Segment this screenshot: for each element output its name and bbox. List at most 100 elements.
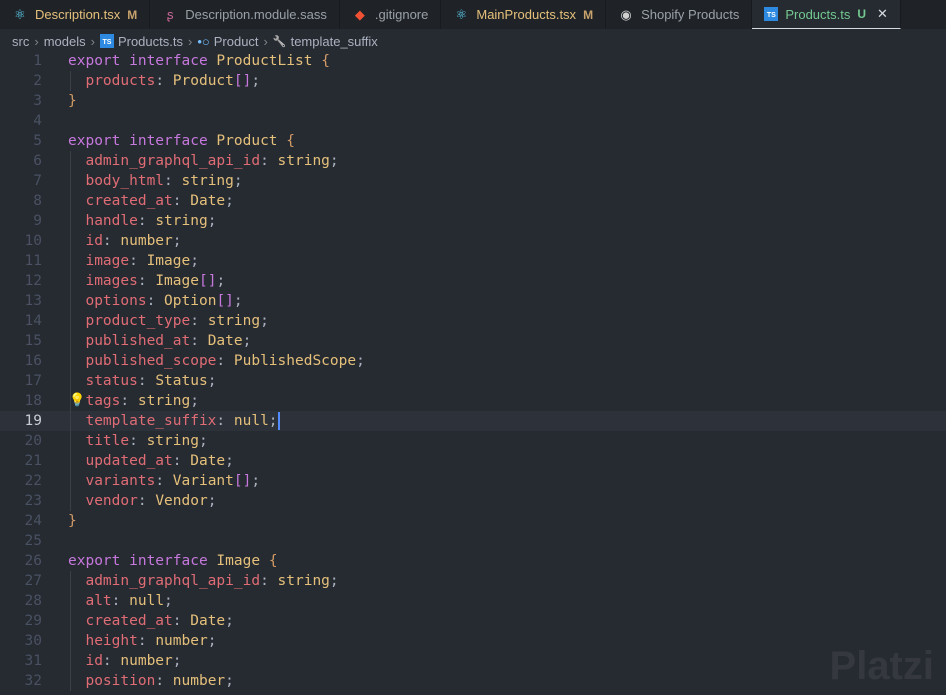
close-icon[interactable]: ✕ bbox=[877, 6, 888, 22]
line-number: 1 bbox=[33, 53, 42, 69]
tab-description-module-sass[interactable]: ʂ Description.module.sass bbox=[150, 0, 340, 29]
tab-shopify-products[interactable]: ◉ Shopify Products bbox=[606, 0, 753, 29]
code-token: ; bbox=[225, 673, 234, 689]
tab-mainproducts-tsx[interactable]: ⚛ MainProducts.tsx M bbox=[441, 0, 607, 29]
line-number: 10 bbox=[24, 233, 42, 249]
breadcrumb-item[interactable]: •○ Product bbox=[197, 34, 258, 49]
code-text: } bbox=[68, 511, 77, 531]
breadcrumb-item[interactable]: 🔧 template_suffix bbox=[273, 34, 378, 49]
code-token: : bbox=[190, 313, 208, 329]
code-token: export bbox=[68, 133, 130, 149]
code-text: height: number; bbox=[68, 631, 216, 651]
code-line: 8 created_at: Date; bbox=[0, 191, 946, 211]
line-number: 23 bbox=[24, 493, 42, 509]
code-text: admin_graphql_api_id: string; bbox=[68, 151, 338, 171]
code-token: ; bbox=[251, 473, 261, 489]
code-line: 5 export interface Product { bbox=[0, 131, 946, 151]
code-text: images: Image[]; bbox=[68, 271, 225, 291]
code-token: : bbox=[172, 453, 191, 469]
line-number: 28 bbox=[24, 593, 42, 609]
code-token: : bbox=[172, 613, 191, 629]
tab-label: Description.module.sass bbox=[185, 7, 327, 22]
code-line: 6 admin_graphql_api_id: string; bbox=[0, 151, 946, 171]
code-line: 9 handle: string; bbox=[0, 211, 946, 231]
tab-label: Description.tsx bbox=[35, 7, 121, 22]
code-token: string bbox=[277, 573, 330, 589]
code-token: image bbox=[68, 253, 130, 269]
code-token: Image bbox=[155, 273, 199, 289]
line-number: 8 bbox=[33, 193, 42, 209]
code-text: id: number; bbox=[68, 651, 181, 671]
code-token: ; bbox=[233, 173, 243, 189]
line-number: 29 bbox=[24, 613, 42, 629]
code-token: variants bbox=[68, 473, 156, 489]
code-token: Status bbox=[155, 373, 208, 389]
code-token: : bbox=[137, 373, 156, 389]
code-token: ; bbox=[190, 253, 199, 269]
code-token: export bbox=[68, 53, 130, 69]
code-text: created_at: Date; bbox=[68, 611, 234, 631]
text-cursor bbox=[277, 412, 280, 430]
code-text: body_html: string; bbox=[68, 171, 243, 191]
code-token: number bbox=[120, 233, 173, 249]
code-token: ; bbox=[242, 333, 252, 349]
typescript-icon: TS bbox=[764, 7, 779, 21]
code-token: : bbox=[102, 233, 121, 249]
code-token: vendor bbox=[68, 493, 138, 509]
code-text: status: Status; bbox=[68, 371, 216, 391]
code-token: : bbox=[155, 673, 173, 689]
breadcrumb-item[interactable]: src bbox=[12, 34, 29, 49]
tab--gitignore[interactable]: ◆ .gitignore bbox=[340, 0, 442, 29]
line-number: 6 bbox=[33, 153, 42, 169]
line-number: 7 bbox=[33, 173, 42, 189]
code-token: status bbox=[68, 373, 138, 389]
line-number: 14 bbox=[24, 313, 42, 329]
code-token: : bbox=[155, 73, 173, 89]
code-token: interface bbox=[129, 133, 217, 149]
code-token: height bbox=[68, 633, 138, 649]
line-number: 32 bbox=[24, 673, 42, 689]
tab-description-tsx[interactable]: ⚛ Description.tsx M bbox=[0, 0, 151, 29]
breadcrumb-item[interactable]: TS Products.ts bbox=[99, 33, 183, 49]
code-token: published_scope bbox=[68, 353, 217, 369]
code-line: 24} bbox=[0, 511, 946, 531]
breadcrumb: src › models › TS Products.ts › •○ Product › 🔧 temp… bbox=[0, 29, 946, 53]
code-token: : bbox=[260, 153, 278, 169]
code-token: number bbox=[155, 633, 208, 649]
code-token: Date bbox=[190, 453, 226, 469]
code-token: ; bbox=[172, 233, 182, 249]
code-token: } bbox=[68, 513, 77, 529]
breadcrumb-item[interactable]: models bbox=[44, 34, 86, 49]
breadcrumb-label: Products.ts bbox=[117, 33, 183, 49]
code-token: created_at bbox=[68, 193, 173, 209]
line-number: 12 bbox=[24, 273, 42, 289]
code-token: alt bbox=[68, 593, 112, 609]
code-token: : bbox=[137, 273, 156, 289]
code-token: : bbox=[137, 213, 156, 229]
code-text: updated_at: Date; bbox=[68, 451, 233, 471]
line-number: 3 bbox=[33, 93, 42, 109]
code-token: { bbox=[321, 53, 330, 69]
code-token: } bbox=[68, 93, 77, 109]
line-number: 31 bbox=[24, 653, 42, 669]
line-number: 20 bbox=[24, 433, 42, 449]
chevron-right-icon: › bbox=[34, 33, 39, 49]
tab-status-badge: U bbox=[857, 7, 867, 21]
code-line: 26 export interface Image { bbox=[0, 551, 946, 571]
code-token: number bbox=[120, 653, 173, 669]
code-editor[interactable]: 1 export interface ProductList {2 product… bbox=[0, 51, 946, 691]
extension-icon: ◉ bbox=[620, 6, 632, 22]
line-number: 2 bbox=[33, 73, 42, 89]
code-line: 2 products: Product[]; bbox=[0, 71, 946, 91]
code-token: : bbox=[120, 393, 138, 409]
tab-products-ts[interactable]: TS Products.ts U ✕ bbox=[752, 0, 901, 29]
code-text: tags: string; bbox=[68, 391, 199, 411]
line-number: 11 bbox=[24, 253, 42, 269]
code-line: 16 published_scope: PublishedScope; bbox=[0, 351, 946, 371]
code-token: Date bbox=[190, 613, 226, 629]
chevron-right-icon: › bbox=[187, 33, 193, 49]
code-token: ; bbox=[225, 613, 234, 629]
code-line: 21 updated_at: Date; bbox=[0, 451, 946, 471]
breadcrumb-label: Product bbox=[213, 33, 259, 49]
lightbulb-icon[interactable]: 💡 bbox=[69, 391, 85, 411]
